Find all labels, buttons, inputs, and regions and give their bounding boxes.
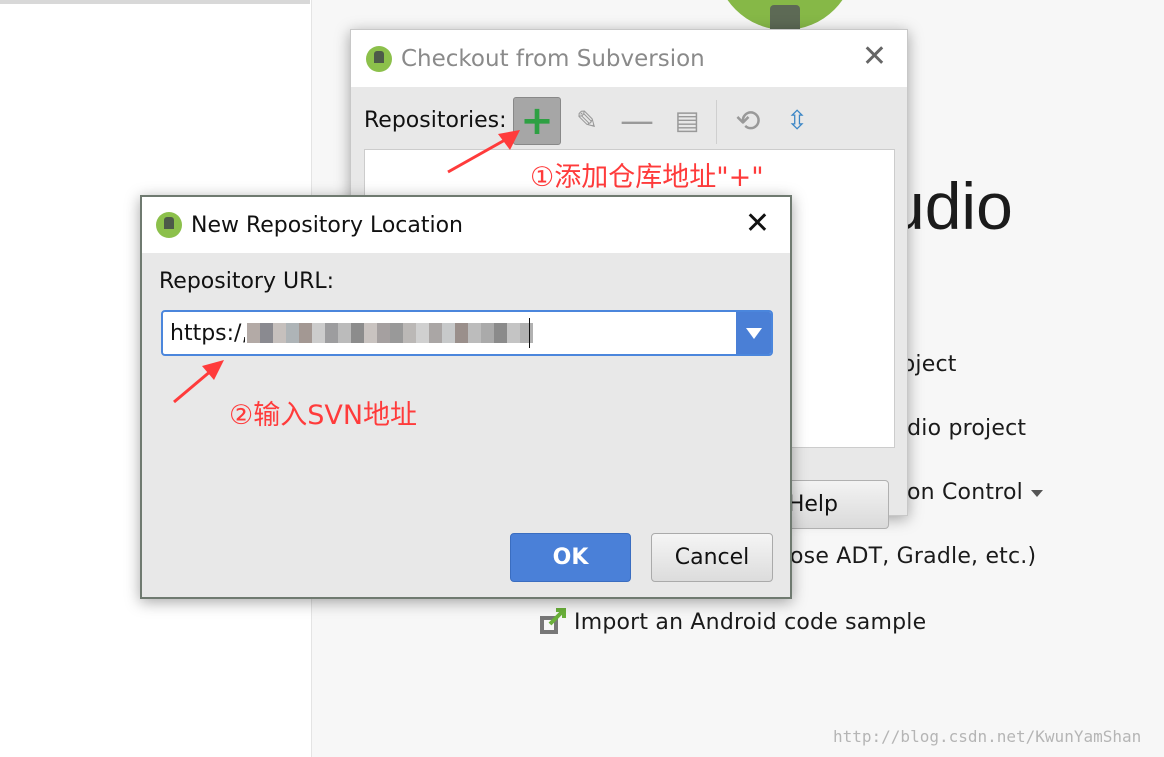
chevron-down-icon: [745, 327, 762, 339]
repository-url-input[interactable]: [163, 320, 245, 346]
toolbar-separator: [716, 100, 717, 144]
edit-icon[interactable]: ✎: [563, 97, 611, 145]
new-repo-titlebar: New Repository Location ✕: [142, 197, 790, 253]
android-studio-icon: [156, 212, 182, 238]
dialog-title: New Repository Location: [191, 212, 464, 238]
welcome-import-sample[interactable]: Import an Android code sample: [540, 608, 926, 636]
collapse-icon[interactable]: ⇳: [773, 97, 821, 145]
repository-url-combobox[interactable]: [161, 310, 773, 356]
close-icon[interactable]: ✕: [862, 42, 887, 72]
ok-button[interactable]: OK: [510, 533, 631, 582]
text-cursor: [529, 318, 530, 348]
android-studio-icon: [366, 45, 392, 72]
refresh-icon[interactable]: ⟲: [724, 97, 772, 145]
repository-url-label: Repository URL:: [159, 269, 335, 294]
chevron-down-icon: [1030, 489, 1043, 497]
watermark: http://blog.csdn.net/KwunYamShan: [833, 727, 1142, 746]
redacted-url: [247, 323, 533, 343]
info-icon[interactable]: ▤: [663, 97, 711, 145]
close-icon[interactable]: ✕: [745, 209, 770, 239]
annotation-step2: ②输入SVN地址: [229, 400, 418, 431]
import-sample-icon: [540, 608, 566, 634]
annotation-step1: ①添加仓库地址"+": [530, 162, 764, 193]
cancel-button[interactable]: Cancel: [651, 533, 773, 582]
dialog-title: Checkout from Subversion: [401, 45, 705, 72]
welcome-vcs-checkout[interactable]: on Control: [907, 480, 1043, 505]
dropdown-button[interactable]: [736, 312, 771, 354]
checkout-titlebar: Checkout from Subversion ✕: [351, 30, 907, 87]
remove-icon[interactable]: —: [613, 97, 661, 145]
welcome-import-project[interactable]: ose ADT, Gradle, etc.): [790, 544, 1036, 569]
vcs-label: on Control: [907, 480, 1023, 505]
divider: [0, 0, 310, 4]
welcome-open-project[interactable]: udio project: [893, 416, 1026, 441]
android-studio-logo: [715, 0, 855, 35]
annotation-arrow-1: [447, 130, 520, 174]
import-sample-label: Import an Android code sample: [574, 609, 927, 635]
annotation-arrow-2: [173, 360, 224, 404]
